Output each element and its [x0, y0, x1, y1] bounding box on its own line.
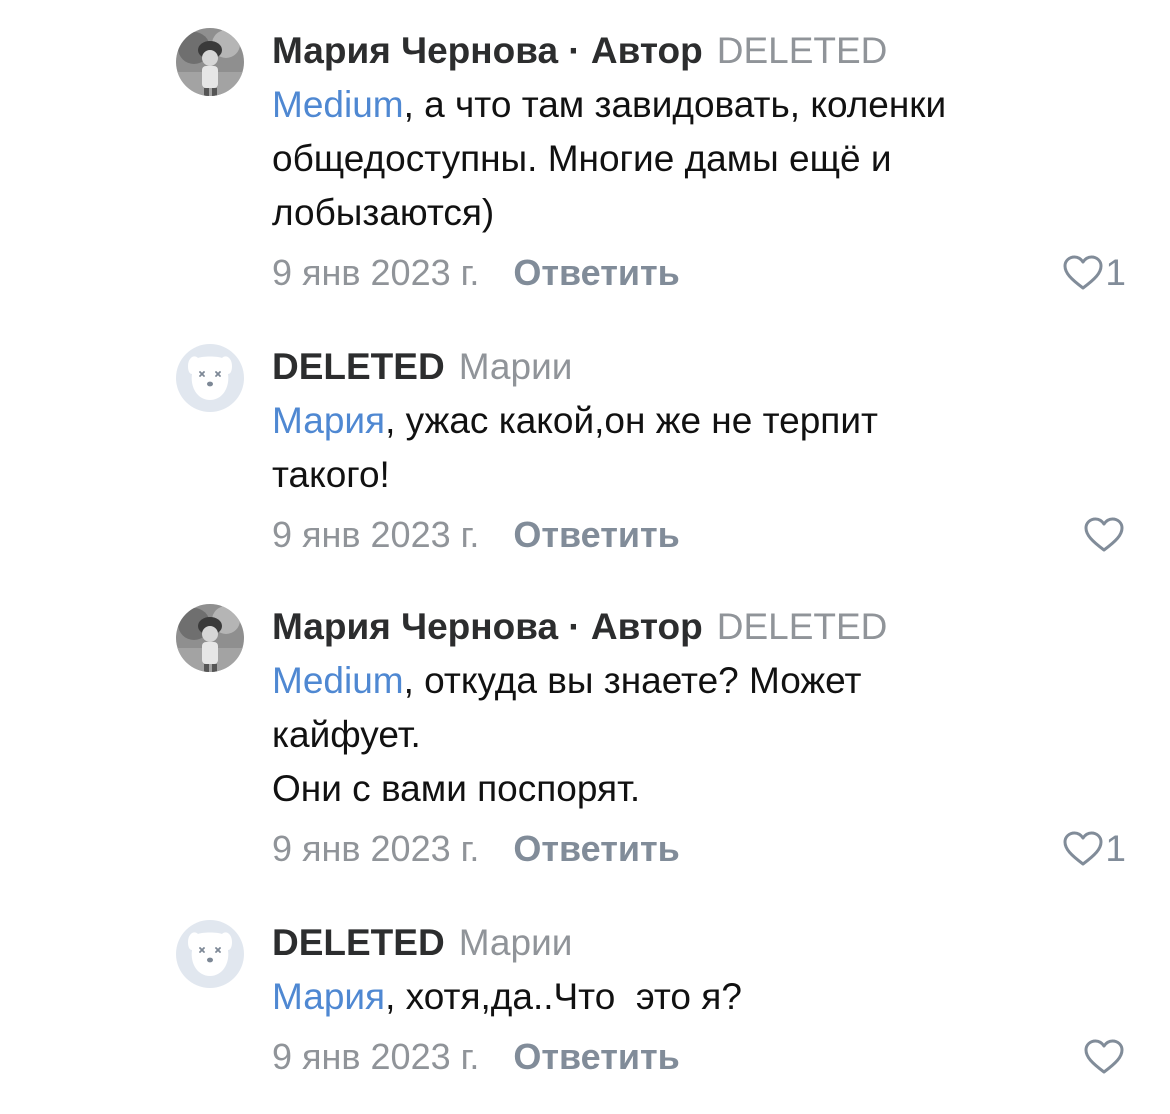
comment-text: Мария, хотя,да..Что это я? — [272, 976, 742, 1017]
mention-link[interactable]: Medium — [272, 660, 404, 701]
author-name[interactable]: DELETED — [272, 346, 445, 387]
comment-header: DELETED Марии — [272, 344, 1132, 390]
comment-date: 9 янв 2023 г. — [272, 828, 480, 869]
comment-text-line: лобызаются) — [272, 192, 495, 233]
profile-photo — [176, 28, 244, 96]
comment-date: 9 янв 2023 г. — [272, 252, 480, 293]
mention-link[interactable]: Мария — [272, 400, 385, 441]
mention-link[interactable]: Medium — [272, 84, 404, 125]
mention-link[interactable]: Мария — [272, 976, 385, 1017]
reply-to-name[interactable]: DELETED — [717, 606, 888, 647]
comment-header: Мария Чернова · Автор DELETED — [272, 28, 1132, 74]
comment-body: Мария Чернова · Автор DELETED Medium, а ч… — [272, 28, 1132, 300]
reply-to-name[interactable]: Марии — [459, 346, 573, 387]
reply-button[interactable]: Ответить — [513, 828, 679, 869]
like-button[interactable] — [1084, 508, 1126, 562]
comment-body: DELETED Марии Мария, хотя,да..Что это я? … — [272, 920, 1132, 1084]
comment-meta: 9 янв 2023 г. Ответить — [272, 1030, 1132, 1084]
profile-photo — [176, 604, 244, 672]
like-count: 1 — [1105, 828, 1126, 869]
like-count: 1 — [1105, 252, 1126, 293]
heart-icon — [1084, 517, 1124, 552]
comment-text-line: кайфует. — [272, 714, 421, 755]
avatar[interactable] — [176, 28, 244, 96]
like-button[interactable]: 1 — [1063, 822, 1126, 876]
comment-text: Medium, а что там завидовать, коленки об… — [272, 78, 1132, 240]
deleted-dog-icon — [176, 920, 244, 988]
comment-header: Мария Чернова · Автор DELETED — [272, 604, 1132, 650]
comment-meta: 9 янв 2023 г. Ответить 1 — [272, 246, 1132, 300]
comment-text-line: Они с вами поспорят. — [272, 768, 641, 809]
comment-body: Мария Чернова · Автор DELETED Medium, отк… — [272, 604, 1132, 876]
comment-text-line: ужас какой,он же не терпит — [405, 400, 878, 441]
comment-meta: 9 янв 2023 г. Ответить — [272, 508, 1132, 562]
comment-date: 9 янв 2023 г. — [272, 514, 480, 555]
like-button[interactable]: 1 — [1063, 246, 1126, 300]
heart-icon — [1063, 255, 1103, 290]
comment-header: DELETED Марии — [272, 920, 1132, 966]
avatar[interactable] — [176, 604, 244, 672]
author-name[interactable]: Мария Чернова · Автор — [272, 30, 703, 71]
avatar[interactable] — [176, 344, 244, 412]
reply-button[interactable]: Ответить — [513, 514, 679, 555]
heart-icon — [1063, 831, 1103, 866]
reply-to-name[interactable]: Марии — [459, 922, 573, 963]
heart-icon — [1084, 1039, 1124, 1074]
author-name[interactable]: DELETED — [272, 922, 445, 963]
reply-button[interactable]: Ответить — [513, 252, 679, 293]
comment-text-line: такого! — [272, 454, 390, 495]
comment-text-line: общедоступны. Многие дамы ещё и — [272, 138, 892, 179]
comment-text: Мария, ужас какой,он же не терпит такого… — [272, 394, 1132, 502]
comment-meta: 9 янв 2023 г. Ответить 1 — [272, 822, 1132, 876]
like-button[interactable] — [1084, 1030, 1126, 1084]
comment-text: Medium, откуда вы знаете? Может кайфует.… — [272, 654, 1132, 816]
author-name[interactable]: Мария Чернова · Автор — [272, 606, 703, 647]
reply-button[interactable]: Ответить — [513, 1036, 679, 1077]
avatar[interactable] — [176, 920, 244, 988]
comment-text-line: откуда вы знаете? Может — [424, 660, 862, 701]
comment-body: DELETED Марии Мария, ужас какой,он же не … — [272, 344, 1132, 562]
comment-text-line: а что там завидовать, коленки — [424, 84, 947, 125]
comment-date: 9 янв 2023 г. — [272, 1036, 480, 1077]
deleted-dog-icon — [176, 344, 244, 412]
reply-to-name[interactable]: DELETED — [717, 30, 888, 71]
comment-text-line: хотя,да..Что это я? — [405, 976, 742, 1017]
